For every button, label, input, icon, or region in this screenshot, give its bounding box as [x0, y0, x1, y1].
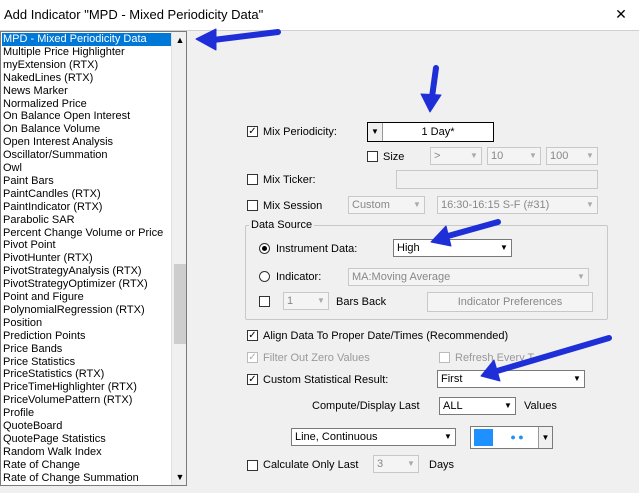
arrow-to-list-selection: [210, 29, 281, 43]
arrow-head: [480, 359, 501, 382]
arrow-to-instrument-data: [445, 219, 501, 239]
arrow-head: [420, 93, 442, 113]
arrow-head: [195, 28, 217, 51]
annotation-arrows: [195, 28, 612, 382]
arrow-to-custom-stat: [494, 335, 612, 374]
arrow-head: [430, 225, 452, 247]
arrow-to-periodicity: [429, 65, 439, 100]
